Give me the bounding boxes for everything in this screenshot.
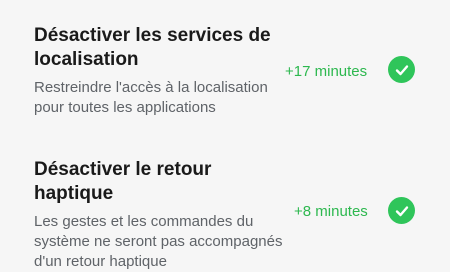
check-circle-icon[interactable] bbox=[388, 56, 415, 83]
optimization-list: Désactiver les services de localisation … bbox=[0, 0, 450, 270]
battery-gain-label: +8 minutes bbox=[294, 203, 368, 220]
item-title: Désactiver les services de localisation bbox=[34, 25, 271, 70]
battery-gain-label: +17 minutes bbox=[285, 63, 368, 80]
item-title: Désactiver le retour haptique bbox=[34, 159, 212, 204]
item-description: Restreindre l'accès à la localisation po… bbox=[34, 79, 268, 116]
item-text: Désactiver les services de localisation … bbox=[34, 24, 284, 118]
item-description: Les gestes et les commandes du système n… bbox=[34, 213, 283, 270]
item-text: Désactiver le retour haptique Les gestes… bbox=[34, 158, 284, 272]
check-circle-icon[interactable] bbox=[388, 197, 415, 224]
